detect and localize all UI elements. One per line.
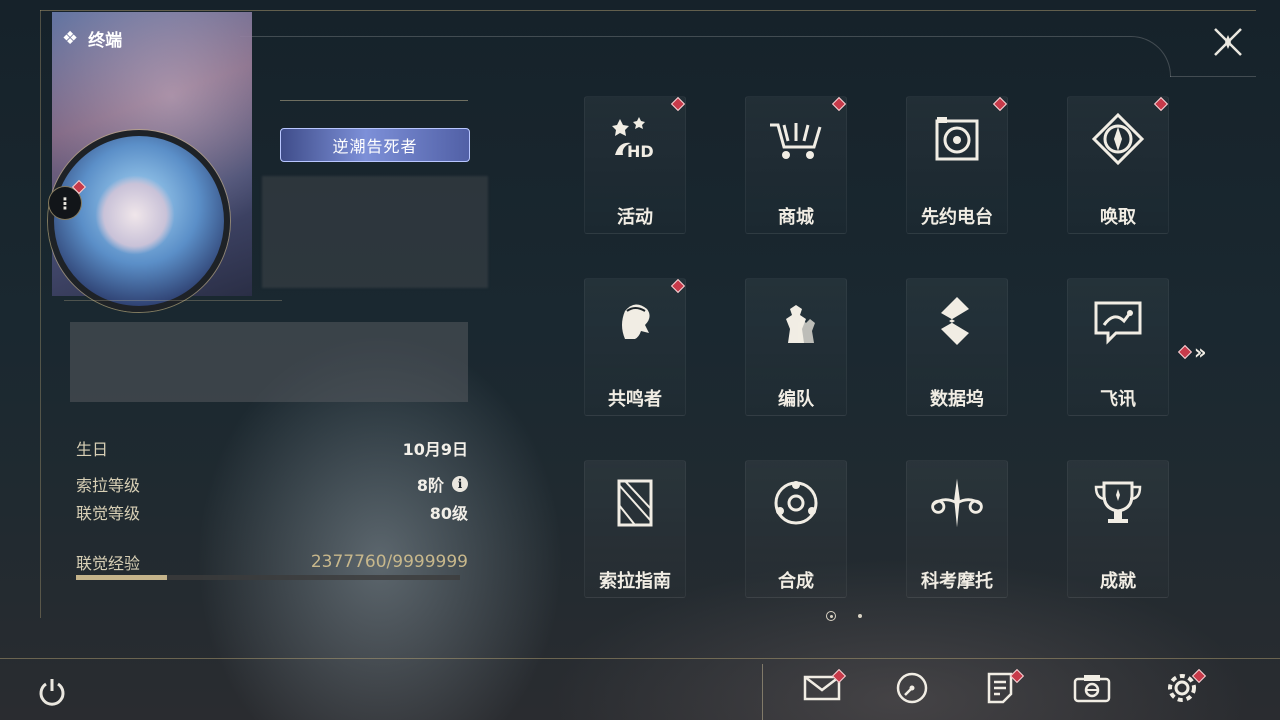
menu-tile-label: 活动 — [617, 207, 653, 228]
settings-button[interactable] — [1160, 668, 1207, 712]
notice-button[interactable] — [978, 668, 1025, 712]
terminal-title: ❖ 终端 — [62, 26, 122, 51]
power-button[interactable] — [32, 672, 72, 712]
stat-sola-level: 索拉等级 8阶 i — [76, 472, 468, 496]
clock-icon — [894, 670, 930, 710]
notification-dot — [670, 278, 686, 294]
motorcycle-icon — [927, 473, 987, 533]
sola-level-value: 8阶 — [416, 476, 444, 495]
menu-tile-label: 飞讯 — [1100, 389, 1136, 410]
stat-value: 2377760/9999999 — [310, 552, 468, 572]
close-icon — [1214, 28, 1242, 56]
bottom-divider — [762, 664, 763, 720]
menu-tile-synthesis[interactable]: 合成 — [745, 460, 847, 598]
frame-left-line — [40, 10, 41, 618]
info-icon[interactable]: i — [452, 476, 468, 492]
frame-inner-line — [1170, 76, 1256, 77]
page-indicator — [826, 611, 862, 621]
menu-tile-event[interactable]: HD 活动 — [584, 96, 686, 234]
next-page-button[interactable]: ›› — [1177, 340, 1207, 364]
double-chevron-right-icon: ›› — [1194, 340, 1207, 364]
menu-tile-radio[interactable]: 先约电台 — [906, 96, 1008, 234]
menu-tile-shop[interactable]: 商城 — [745, 96, 847, 234]
title-badge-label: 逆潮告死者 — [332, 137, 418, 156]
menu-tile-label: 数据坞 — [930, 389, 984, 410]
menu-tile-label: 成就 — [1100, 571, 1136, 592]
camera-icon — [1072, 671, 1112, 709]
profile-divider — [64, 300, 282, 301]
menu-tile-label: 商城 — [778, 207, 814, 228]
menu-tile-label: 索拉指南 — [599, 571, 671, 592]
stat-birthday: 生日 10月9日 — [76, 436, 468, 460]
notification-dot — [1153, 96, 1169, 112]
stat-value: 10月9日 — [402, 440, 468, 459]
name-divider — [280, 100, 468, 101]
convene-icon — [1088, 109, 1148, 169]
close-button[interactable] — [1208, 22, 1248, 62]
frame-inner-curve — [240, 36, 1171, 77]
svg-text:HD: HD — [627, 142, 654, 161]
resonator-icon — [605, 291, 665, 351]
stat-label: 生日 — [76, 440, 109, 459]
menu-tile-resonator[interactable]: 共鸣者 — [584, 278, 686, 416]
notification-dot — [992, 96, 1008, 112]
menu-tile-label: 合成 — [778, 571, 814, 592]
page-title: 终端 — [88, 31, 123, 51]
page-dot-active[interactable] — [826, 611, 836, 621]
menu-tile-label: 科考摩托 — [921, 571, 993, 592]
stat-label: 联觉等级 — [76, 504, 141, 523]
frame-top-line — [40, 10, 1256, 11]
notification-dot — [670, 96, 686, 112]
menu-tile-motorcycle[interactable]: 科考摩托 — [906, 460, 1008, 598]
synthesis-icon — [766, 473, 826, 533]
achievement-icon — [1088, 473, 1148, 533]
stat-value: 80级 — [429, 504, 468, 523]
diamond-cluster-icon: ❖ — [62, 28, 79, 49]
player-name-area-obscured — [262, 176, 488, 288]
menu-tile-message[interactable]: 飞讯 — [1067, 278, 1169, 416]
mail-button[interactable] — [800, 668, 847, 712]
title-badge[interactable]: 逆潮告死者 — [280, 128, 470, 162]
stat-label: 联觉经验 — [76, 554, 141, 573]
stat-union-exp: 联觉经验 2377760/9999999 — [76, 550, 468, 574]
menu-tile-label: 唤取 — [1100, 207, 1136, 228]
camera-button[interactable] — [1070, 668, 1114, 712]
clock-button[interactable] — [890, 668, 934, 712]
shop-icon — [766, 109, 826, 169]
avatar-face — [95, 175, 175, 255]
menu-tile-convene[interactable]: 唤取 — [1067, 96, 1169, 234]
frame-bottom-line — [0, 658, 1280, 659]
event-icon: HD — [605, 109, 665, 169]
notification-dot — [831, 96, 847, 112]
menu-tile-label: 先约电台 — [921, 207, 993, 228]
message-icon — [1088, 291, 1148, 351]
menu-tile-label: 编队 — [778, 389, 814, 410]
power-icon — [39, 679, 65, 706]
menu-tile-guidebook[interactable]: 索拉指南 — [584, 460, 686, 598]
exp-progress-bar — [76, 575, 460, 580]
guidebook-icon — [605, 473, 665, 533]
databank-icon — [927, 291, 987, 351]
next-page-notification-dot — [1177, 344, 1193, 360]
menu-tile-achievement[interactable]: 成就 — [1067, 460, 1169, 598]
stat-label: 索拉等级 — [76, 476, 141, 495]
more-vertical-icon: ⋮ — [57, 193, 73, 213]
page-dot[interactable] — [858, 614, 862, 618]
signature-area-obscured — [70, 322, 468, 402]
menu-tile-label: 共鸣者 — [608, 389, 662, 410]
stat-value: 8阶 i — [417, 472, 468, 496]
menu-tile-databank[interactable]: 数据坞 — [906, 278, 1008, 416]
radio-icon — [927, 109, 987, 169]
menu-tile-team[interactable]: 编队 — [745, 278, 847, 416]
team-icon — [766, 291, 826, 351]
exp-progress-fill — [76, 575, 168, 580]
stat-union-level: 联觉等级 80级 — [76, 500, 468, 524]
